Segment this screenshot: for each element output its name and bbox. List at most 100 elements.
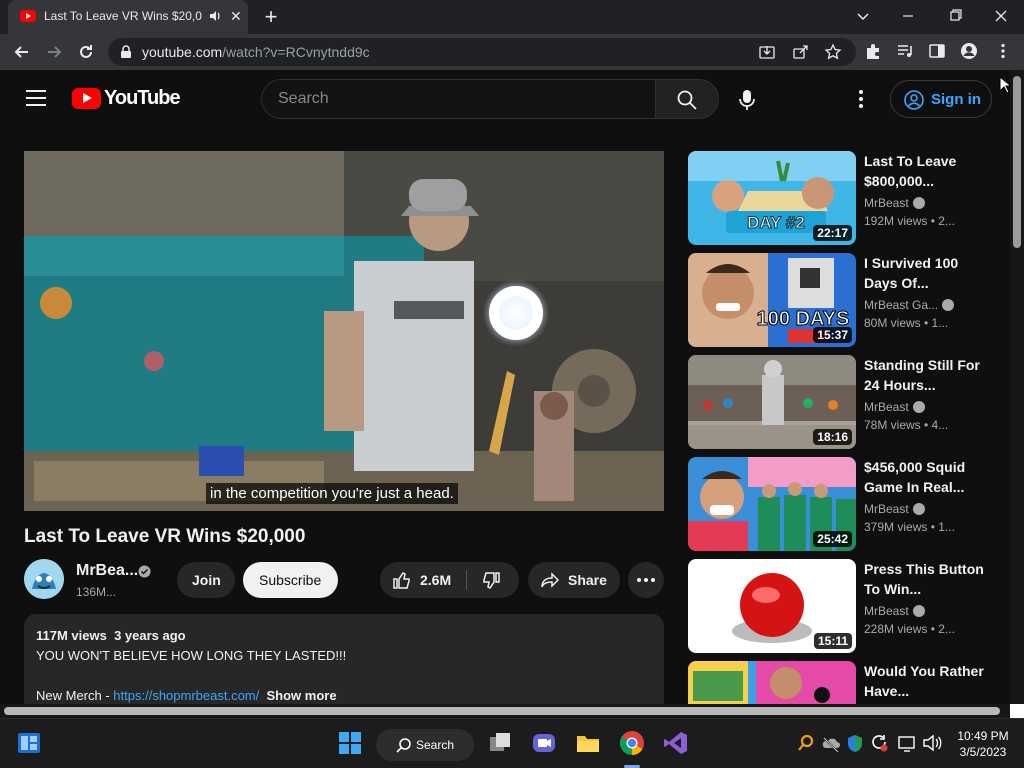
recommendation-thumbnail[interactable]: 18:16 — [688, 355, 856, 449]
volume-speaker-icon[interactable] — [922, 730, 942, 756]
widgets-icon[interactable] — [16, 730, 42, 756]
show-more-button[interactable]: Show more — [266, 688, 336, 703]
tab-search-chevron-icon[interactable] — [851, 6, 875, 26]
chrome-browser-icon[interactable] — [619, 730, 645, 756]
share-button[interactable]: Share — [528, 562, 620, 598]
search-input[interactable]: Search — [261, 79, 656, 119]
bookmark-star-icon[interactable] — [824, 43, 844, 63]
merch-link[interactable]: https://shopmrbeast.com/ — [113, 688, 259, 703]
recommendation-channel[interactable]: MrBeast — [864, 196, 925, 210]
search-button[interactable] — [655, 79, 719, 119]
video-duration: 18:16 — [813, 429, 852, 445]
recommendation-item[interactable]: Would You Rather Have... — [688, 661, 988, 704]
horizontal-scroll-thumb[interactable] — [4, 707, 1000, 715]
update-sync-icon[interactable] — [870, 730, 888, 756]
recommendation-thumbnail[interactable]: 15:11 — [688, 559, 856, 653]
voice-search-microphone-icon[interactable] — [731, 83, 763, 115]
search-icon — [396, 738, 411, 753]
subscribe-button[interactable]: Subscribe — [243, 562, 338, 598]
thumbs-up-icon — [393, 572, 410, 589]
recommendation-title[interactable]: Would You Rather Have... — [864, 661, 984, 701]
restore-window-icon[interactable] — [943, 6, 967, 26]
teams-chat-icon[interactable] — [531, 730, 557, 756]
mouse-cursor-icon — [999, 76, 1011, 94]
recommendation-title[interactable]: I Survived 100 Days Of... — [864, 253, 984, 293]
recommendation-title[interactable]: Last To Leave $800,000... — [864, 151, 984, 191]
dislike-button[interactable] — [481, 571, 501, 591]
network-display-icon[interactable] — [898, 730, 916, 756]
clock-date: 3/5/2023 — [959, 745, 1007, 759]
recommendation-title[interactable]: $456,000 Squid Game In Real... — [864, 457, 984, 497]
recommendation-channel[interactable]: MrBeast — [864, 604, 925, 618]
recommendation-item[interactable]: 18:16 Standing Still For 24 Hours... MrB… — [688, 355, 988, 449]
audio-playing-icon[interactable] — [208, 9, 222, 23]
vertical-scroll-thumb[interactable] — [1013, 76, 1021, 248]
channel-name[interactable]: MrBea... — [76, 562, 138, 580]
description-merch-line: New Merch - https://shopmrbeast.com/ Sho… — [36, 688, 337, 703]
verified-badge-icon — [912, 605, 925, 617]
minimize-window-icon[interactable] — [896, 6, 920, 26]
search-tray-icon[interactable] — [797, 730, 815, 756]
taskbar-search-button[interactable]: Search — [376, 729, 474, 761]
task-view-icon[interactable] — [487, 730, 513, 756]
join-button[interactable]: Join — [177, 562, 235, 598]
verified-badge-icon — [912, 197, 925, 209]
description-box[interactable]: 117M views 3 years ago YOU WON'T BELIEVE… — [24, 614, 664, 714]
close-window-icon[interactable] — [989, 6, 1013, 26]
recommendation-thumbnail[interactable]: DAY #2 22:17 — [688, 151, 856, 245]
start-windows-icon[interactable] — [337, 730, 363, 756]
recommendation-item[interactable]: DAY #2 22:17 Last To Leave $800,000... M… — [688, 151, 988, 245]
vertical-scrollbar[interactable] — [1010, 70, 1024, 704]
reload-icon[interactable] — [76, 42, 96, 62]
recommendation-thumbnail[interactable] — [688, 661, 856, 704]
back-arrow-icon[interactable] — [12, 42, 32, 62]
side-panel-icon[interactable] — [928, 42, 948, 62]
recommendation-thumbnail[interactable]: 100 DAYS 15:37 — [688, 253, 856, 347]
lock-icon[interactable] — [120, 45, 132, 59]
like-button[interactable] — [392, 570, 412, 590]
browser-tab-active[interactable]: Last To Leave VR Wins $20,0 ✕ — [8, 0, 248, 34]
recommendation-views: 228M views • 2... — [864, 622, 955, 636]
video-duration: 25:42 — [813, 531, 852, 547]
install-app-icon[interactable] — [758, 43, 778, 63]
settings-more-icon[interactable] — [850, 88, 872, 110]
tab-close-icon[interactable]: ✕ — [230, 8, 242, 25]
security-shield-icon[interactable] — [846, 730, 864, 756]
taskbar-clock[interactable]: 10:49 PM 3/5/2023 — [950, 728, 1016, 760]
recommendation-channel[interactable]: MrBeast — [864, 502, 925, 516]
recommendation-channel[interactable]: MrBeast Ga... — [864, 298, 955, 312]
hamburger-menu-icon[interactable] — [26, 90, 46, 111]
share-page-icon[interactable] — [792, 43, 812, 63]
youtube-logo-text[interactable]: YouTube — [104, 87, 181, 110]
more-actions-button[interactable] — [628, 562, 664, 598]
recommendation-item[interactable]: 15:11 Press This Button To Win... MrBeas… — [688, 559, 988, 653]
address-bar[interactable]: youtube.com/watch?v=RCvnytndd9c — [108, 38, 856, 66]
channel-avatar[interactable] — [24, 559, 64, 599]
chrome-menu-icon[interactable] — [994, 42, 1014, 62]
media-controls-icon[interactable] — [896, 42, 916, 62]
onedrive-cloud-icon[interactable] — [821, 730, 841, 756]
extensions-puzzle-icon[interactable] — [864, 42, 884, 62]
recommendation-channel[interactable]: MrBeast — [864, 400, 925, 414]
recommendation-item[interactable]: 25:42 $456,000 Squid Game In Real... MrB… — [688, 457, 988, 551]
horizontal-scrollbar[interactable] — [0, 704, 1010, 718]
forward-arrow-icon[interactable] — [44, 42, 64, 62]
video-player[interactable] — [24, 151, 664, 511]
verified-badge-icon — [138, 565, 151, 578]
search-icon — [677, 90, 697, 110]
recommendation-item[interactable]: 100 DAYS 15:37 I Survived 100 Days Of...… — [688, 253, 988, 347]
browser-toolbar: youtube.com/watch?v=RCvnytndd9c — [0, 34, 1024, 70]
like-divider — [466, 570, 467, 590]
sign-in-button[interactable]: Sign in — [890, 80, 992, 118]
recommendation-thumbnail[interactable]: 25:42 — [688, 457, 856, 551]
recommendation-title[interactable]: Press This Button To Win... — [864, 559, 984, 599]
youtube-logo-icon[interactable] — [72, 88, 101, 109]
like-count[interactable]: 2.6M — [420, 572, 451, 588]
file-explorer-icon[interactable] — [575, 730, 601, 756]
new-tab-button[interactable]: + — [260, 4, 282, 30]
visual-studio-icon[interactable] — [663, 730, 689, 756]
recommendation-title[interactable]: Standing Still For 24 Hours... — [864, 355, 984, 395]
video-duration: 22:17 — [813, 225, 852, 241]
profile-icon[interactable] — [960, 42, 980, 62]
video-duration: 15:37 — [813, 327, 852, 343]
